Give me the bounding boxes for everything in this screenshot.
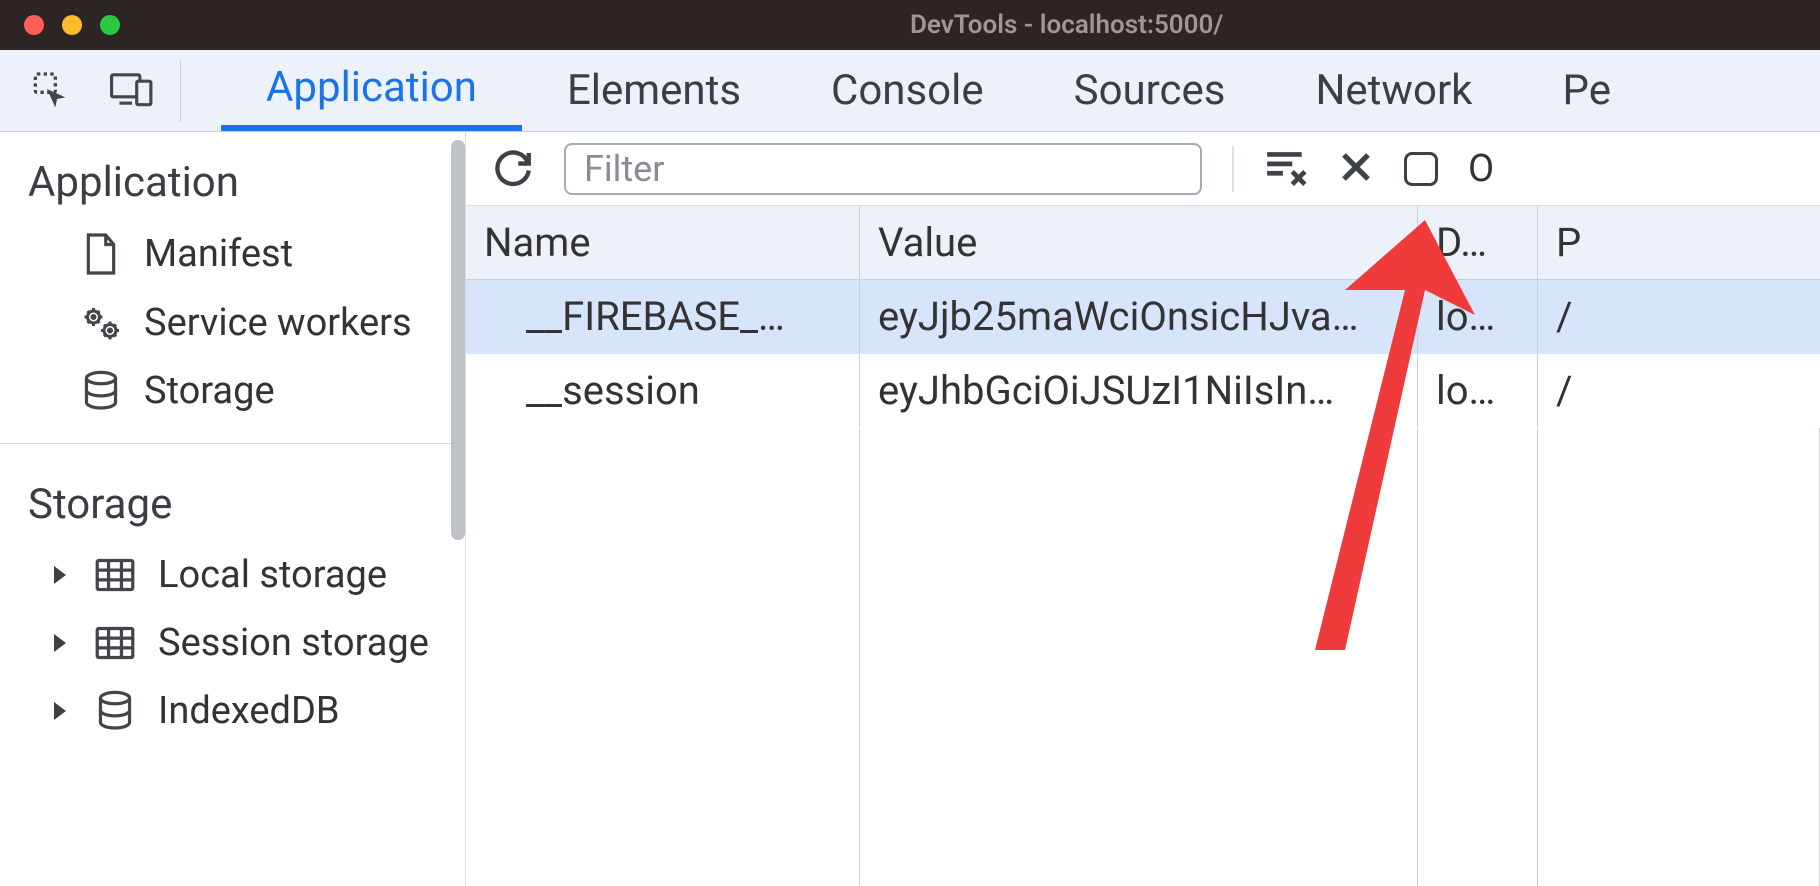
sidebar-item-label: Local storage xyxy=(158,553,387,597)
main-panel: O Name Value D… P __FIREBASE_… eyJjb25ma… xyxy=(466,132,1820,886)
workspace: Application Manifest Service workers xyxy=(0,132,1820,886)
sidebar-item-label: Service workers xyxy=(144,301,412,345)
filter-input[interactable] xyxy=(564,143,1202,195)
sidebar-item-service-workers[interactable]: Service workers xyxy=(0,289,465,357)
column-header-domain[interactable]: D… xyxy=(1418,206,1538,279)
only-show-checkbox[interactable] xyxy=(1404,152,1438,186)
file-icon xyxy=(80,231,122,277)
sidebar-divider xyxy=(0,443,465,444)
sidebar-section-header-storage: Storage xyxy=(0,454,465,541)
table-icon xyxy=(94,624,136,662)
sidebar-item-local-storage[interactable]: Local storage xyxy=(0,541,465,609)
cell-name: __session xyxy=(466,354,860,427)
table-empty-area xyxy=(466,428,1820,886)
database-icon xyxy=(80,370,122,412)
delete-selected-icon[interactable] xyxy=(1338,149,1374,189)
storage-toolbar: O xyxy=(466,132,1820,206)
tab-performance[interactable]: Pe xyxy=(1517,50,1656,131)
tab-elements[interactable]: Elements xyxy=(522,50,786,131)
toolbar-separator xyxy=(1232,146,1234,192)
table-row[interactable]: __session eyJhbGciOiJSUzI1NiIsIn… lo… / xyxy=(466,354,1820,428)
window-titlebar: DevTools - localhost:5000/ xyxy=(0,0,1820,50)
sidebar-item-manifest[interactable]: Manifest xyxy=(0,219,465,289)
cell-domain: lo… xyxy=(1418,280,1538,353)
cell-value: eyJhbGciOiJSUzI1NiIsIn… xyxy=(860,354,1418,427)
tab-sources[interactable]: Sources xyxy=(1029,50,1271,131)
sidebar-item-label: IndexedDB xyxy=(158,689,340,733)
expand-arrow-icon xyxy=(48,563,72,587)
tab-network[interactable]: Network xyxy=(1270,50,1517,131)
expand-arrow-icon xyxy=(48,699,72,723)
sidebar-item-label: Manifest xyxy=(144,232,293,276)
sidebar: Application Manifest Service workers xyxy=(0,132,466,886)
clear-all-icon[interactable] xyxy=(1264,147,1308,191)
sidebar-item-storage[interactable]: Storage xyxy=(0,357,465,425)
table-icon xyxy=(94,556,136,594)
expand-arrow-icon xyxy=(48,631,72,655)
cell-domain: lo… xyxy=(1418,354,1538,427)
column-header-name[interactable]: Name xyxy=(466,206,860,279)
table-body: __FIREBASE_… eyJjb25maWciOnsicHJva… lo… … xyxy=(466,280,1820,886)
cell-value: eyJjb25maWciOnsicHJva… xyxy=(860,280,1418,353)
cell-path: / xyxy=(1538,354,1820,427)
column-header-value[interactable]: Value xyxy=(860,206,1418,279)
refresh-icon[interactable] xyxy=(492,146,534,192)
sidebar-item-indexeddb[interactable]: IndexedDB xyxy=(0,677,465,745)
only-label: O xyxy=(1468,147,1494,191)
gears-icon xyxy=(80,303,122,343)
sidebar-item-label: Storage xyxy=(144,369,275,413)
table-row[interactable]: __FIREBASE_… eyJjb25maWciOnsicHJva… lo… … xyxy=(466,280,1820,354)
window-title: DevTools - localhost:5000/ xyxy=(910,10,1223,40)
window-zoom-button[interactable] xyxy=(100,15,120,35)
scrollbar[interactable] xyxy=(451,140,465,540)
database-icon xyxy=(94,690,136,732)
inspect-element-icon[interactable] xyxy=(32,69,72,113)
panel-tabs: Application Elements Console Sources Net… xyxy=(221,50,1656,131)
tabbar-left-icons xyxy=(0,60,181,122)
cell-name: __FIREBASE_… xyxy=(466,280,860,353)
tab-application[interactable]: Application xyxy=(221,50,522,131)
column-header-path[interactable]: P xyxy=(1538,206,1820,279)
tab-console[interactable]: Console xyxy=(786,50,1029,131)
window-minimize-button[interactable] xyxy=(62,15,82,35)
table-header-row: Name Value D… P xyxy=(466,206,1820,280)
window-close-button[interactable] xyxy=(24,15,44,35)
sidebar-item-session-storage[interactable]: Session storage xyxy=(0,609,465,677)
cell-path: / xyxy=(1538,280,1820,353)
sidebar-item-label: Session storage xyxy=(158,621,429,665)
sidebar-section-header-application: Application xyxy=(0,132,465,219)
device-toggle-icon[interactable] xyxy=(110,69,154,113)
traffic-lights xyxy=(0,15,120,35)
tab-bar: Application Elements Console Sources Net… xyxy=(0,50,1820,132)
